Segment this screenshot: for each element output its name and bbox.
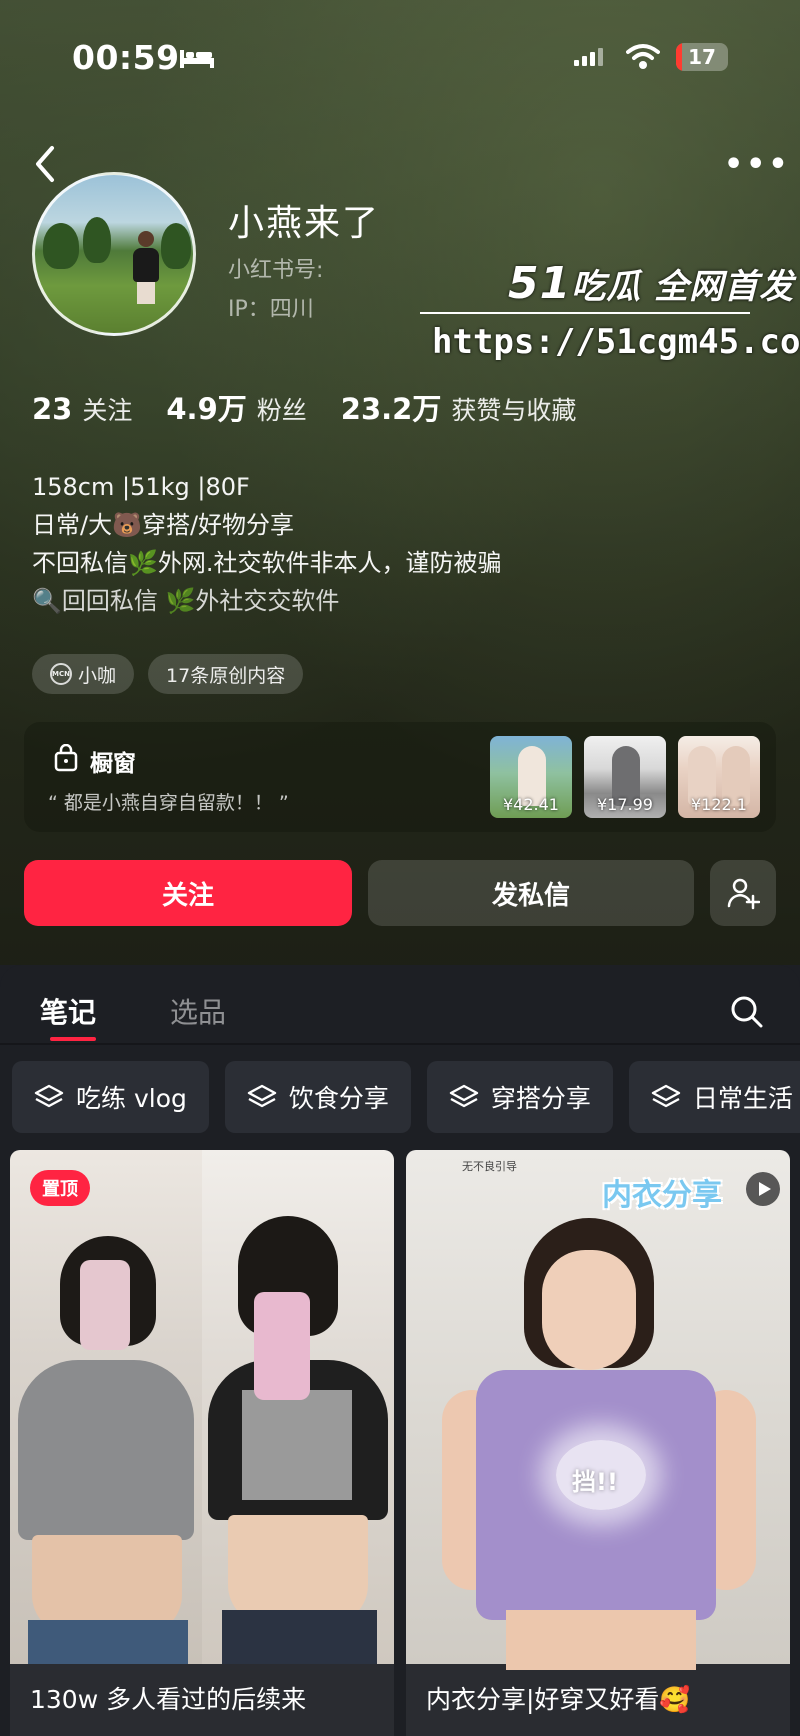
watermark-url: https://51cgm45.com (432, 322, 800, 362)
bio-line: 日常/大🐻穿搭/好物分享 (32, 511, 295, 539)
note-title: 130w 多人看过的后续来 (30, 1685, 307, 1714)
layers-icon (651, 1084, 681, 1108)
stat-following[interactable]: 23 关注 (32, 391, 132, 427)
note-cover-image (10, 1150, 394, 1664)
bio-line: 🔍回回私信 🌿外社交交软件 (32, 587, 340, 615)
mcn-icon: MCN (50, 663, 72, 685)
shop-product-thumb[interactable]: ¥17.99 (584, 736, 666, 818)
pinned-badge: 置顶 (30, 1170, 90, 1206)
battery-indicator: 17 (676, 43, 728, 71)
divider (0, 1043, 800, 1045)
layers-icon (449, 1084, 479, 1108)
follow-button[interactable]: 关注 (24, 860, 352, 926)
profile-bio: 158cm |51kg |80F 日常/大🐻穿搭/好物分享 不回私信🌿外网.社交… (32, 468, 502, 620)
cover-title-text: 内衣分享 (602, 1178, 722, 1213)
note-cover-image: 挡!! 无不良引导 (406, 1150, 790, 1670)
shop-quote: “ 都是小燕自穿自留款！！ ” (48, 792, 289, 814)
tab-goods[interactable]: 选品 (170, 991, 226, 1031)
active-tab-indicator (50, 1037, 96, 1041)
video-play-icon (746, 1172, 780, 1206)
shop-product-thumb[interactable]: ¥42.41 (490, 736, 572, 818)
stat-followers[interactable]: 4.9万 粉丝 (166, 386, 306, 428)
chip-collection[interactable]: 吃练 vlog (12, 1061, 209, 1133)
watermark-title: 51吃瓜 全网首发 (508, 258, 795, 309)
note-title: 内衣分享|好穿又好看🥰 (426, 1685, 691, 1714)
original-content-tag[interactable]: 17条原创内容 (148, 654, 304, 694)
bio-line: 158cm |51kg |80F (32, 473, 250, 501)
profile-name: 小燕来了 (228, 203, 381, 244)
cover-small-text: 无不良引导 (462, 1160, 517, 1173)
layers-icon (34, 1084, 64, 1108)
message-button[interactable]: 发私信 (368, 860, 694, 926)
cover-sticker-text: 挡!! (572, 1468, 618, 1496)
red-id[interactable]: 小红书号: (228, 252, 323, 284)
add-user-icon (727, 878, 760, 910)
back-icon[interactable] (32, 144, 60, 184)
stat-likes-collects[interactable]: 23.2万 获赞与收藏 (341, 386, 577, 428)
search-icon[interactable] (728, 993, 764, 1029)
chip-collection[interactable]: 穿搭分享 (426, 1061, 613, 1133)
cellular-signal-icon (574, 46, 603, 66)
layers-icon (247, 1084, 277, 1108)
sleep-mode-icon (180, 50, 214, 68)
collection-chips: 吃练 vlog 饮食分享 穿搭分享 日常生活 (12, 1061, 800, 1133)
watermark-rule (420, 312, 750, 314)
shop-title: 橱窗 (90, 751, 136, 777)
mcn-tag[interactable]: MCN 小咖 (32, 654, 135, 694)
chip-collection[interactable]: 日常生活 (628, 1061, 800, 1133)
avatar[interactable] (32, 172, 196, 336)
shop-window[interactable]: 橱窗 “ 都是小燕自穿自留款！！ ” ¥42.41 ¥17.99 ¥122.1 (24, 722, 776, 832)
content-tabs: 笔记 选品 (0, 965, 800, 1043)
note-card[interactable]: 置顶 130w 多人看过的后续来 (10, 1150, 394, 1736)
add-friend-button[interactable] (710, 860, 776, 926)
bio-line: 不回私信🌿外网.社交软件非本人，谨防被骗 (32, 549, 502, 577)
profile-tags: MCN 小咖 17条原创内容 (32, 654, 304, 694)
profile-stats: 23 关注 4.9万 粉丝 23.2万 获赞与收藏 (32, 386, 610, 428)
shopping-bag-icon (54, 744, 78, 772)
shop-product-thumb[interactable]: ¥122.1 (678, 736, 760, 818)
more-options-icon[interactable]: ••• (724, 150, 791, 180)
status-time: 00:59 (72, 38, 180, 77)
ip-location: IP：四川 (228, 297, 314, 322)
tab-notes[interactable]: 笔记 (40, 991, 96, 1031)
chip-collection[interactable]: 饮食分享 (224, 1061, 411, 1133)
note-card[interactable]: 挡!! 无不良引导 内衣分享 内衣分享|好穿又好看🥰 (406, 1150, 790, 1736)
wifi-icon (626, 44, 660, 69)
